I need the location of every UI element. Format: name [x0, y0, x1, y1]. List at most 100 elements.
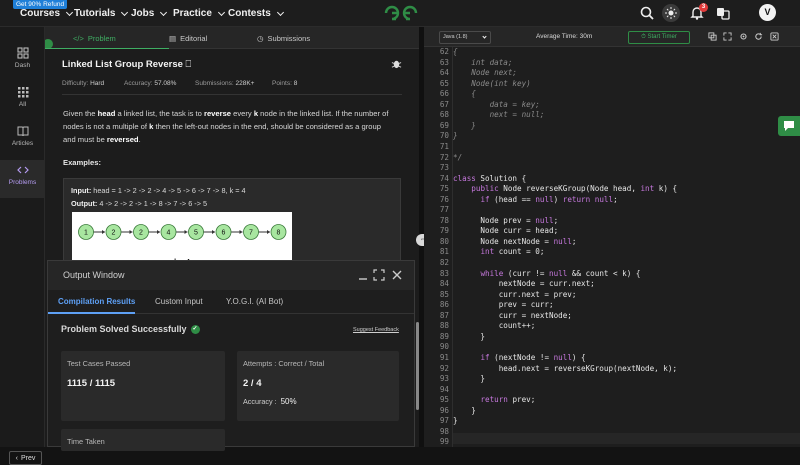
test-cases-label: Test Cases Passed: [67, 359, 131, 368]
arrow-head: [267, 230, 270, 234]
check-circle-icon: ✓: [190, 324, 200, 334]
close-icon[interactable]: [770, 32, 779, 41]
nav-contests[interactable]: Contests: [228, 8, 284, 19]
tab-editorial[interactable]: ▤ Editorial: [169, 27, 207, 49]
translate-icon[interactable]: [715, 5, 731, 21]
close-icon[interactable]: [391, 269, 403, 281]
code-line[interactable]: 99: [424, 437, 800, 447]
line-number: 98: [439, 426, 449, 436]
code-line[interactable]: 81 int count = 0;: [424, 247, 800, 258]
code-line[interactable]: 93 }: [424, 374, 800, 385]
fullscreen-icon[interactable]: [723, 32, 732, 41]
code-line[interactable]: 92 head.next = reverseKGroup(nextNode, k…: [424, 364, 800, 375]
desc-text: every: [231, 109, 254, 118]
code-line[interactable]: 97}: [424, 416, 800, 427]
tab-yogi-ai-bot[interactable]: Y.O.G.I. (AI Bot): [226, 297, 283, 306]
code-line[interactable]: 86 prev = curr;: [424, 300, 800, 311]
code-line[interactable]: 96 }: [424, 406, 800, 417]
code-line[interactable]: 94: [424, 385, 800, 396]
code-line[interactable]: 78 Node prev = null;: [424, 216, 800, 227]
code-line[interactable]: 88 count++;: [424, 321, 800, 332]
code-line[interactable]: 71: [424, 142, 800, 153]
line-number: 71: [439, 141, 449, 151]
search-icon[interactable]: [639, 5, 655, 21]
code-text: curr.next = prev;: [453, 289, 577, 299]
code-line[interactable]: 68 next = null;: [424, 110, 800, 121]
code-text: public Node reverseKGroup(Node head, int…: [471, 184, 678, 194]
attempts-label: Attempts : Correct / Total: [243, 359, 325, 368]
code-text: next = null;: [453, 110, 545, 120]
code-line[interactable]: 63 int data;: [424, 58, 800, 69]
expand-icon[interactable]: [373, 269, 385, 281]
code-line[interactable]: 70}: [424, 131, 800, 142]
minimize-icon[interactable]: [357, 269, 369, 281]
code-line[interactable]: 72 */: [424, 153, 800, 164]
code-text: }: [453, 374, 486, 384]
code-line[interactable]: 90: [424, 342, 800, 353]
rail-item-dash[interactable]: Dash: [0, 43, 45, 81]
nav-courses[interactable]: Courses: [20, 8, 74, 19]
code-line[interactable]: 87 curr = nextNode;: [424, 311, 800, 322]
document-icon: ▤: [169, 33, 177, 43]
code-line[interactable]: 64 Node next;: [424, 68, 800, 79]
bug-report-icon[interactable]: [391, 58, 402, 69]
code-line[interactable]: 76 if (head == null) return null;: [424, 195, 800, 206]
tab-submissions[interactable]: ◷ Submissions: [257, 27, 310, 49]
line-number: 88: [439, 321, 449, 331]
code-line[interactable]: 62 {: [424, 47, 800, 58]
nav-practice[interactable]: Practice: [173, 8, 225, 19]
copy-icon[interactable]: [708, 32, 717, 41]
code-line[interactable]: 74 class Solution {: [424, 174, 800, 185]
list-node-label: 4: [167, 230, 171, 237]
line-number: 67: [439, 99, 449, 109]
apps-icon: [17, 87, 28, 98]
list-node-label: 2: [139, 230, 143, 237]
chat-button[interactable]: [778, 116, 800, 136]
tab-custom-input[interactable]: Custom Input: [155, 297, 203, 306]
problem-description: Given the head a linked list, the task i…: [63, 107, 393, 146]
code-line[interactable]: 69 }: [424, 121, 800, 132]
prev-button[interactable]: ‹ Prev: [9, 451, 42, 465]
rail-item-articles[interactable]: Articles: [0, 121, 45, 159]
suggest-feedback-link[interactable]: Suggest Feedback: [353, 327, 399, 333]
code-line[interactable]: 66 {: [424, 89, 800, 100]
code-text: while (curr != null && count < k) {: [480, 268, 641, 278]
code-line[interactable]: 95 return prev;: [424, 395, 800, 406]
nav-jobs[interactable]: Jobs: [131, 8, 168, 19]
tab-compilation-results[interactable]: Compilation Results: [58, 297, 135, 306]
code-line[interactable]: 75 public Node reverseKGroup(Node head, …: [424, 184, 800, 195]
rail-item-problems[interactable]: Problems: [0, 160, 45, 198]
code-line[interactable]: 98: [424, 427, 800, 438]
nav-tutorials[interactable]: Tutorials: [74, 8, 129, 19]
code-line[interactable]: 73: [424, 163, 800, 174]
start-timer-button[interactable]: ⏱ Start Timer: [628, 31, 690, 44]
code-line[interactable]: 89 }: [424, 332, 800, 343]
reset-icon[interactable]: [754, 32, 763, 41]
settings-icon[interactable]: [739, 32, 748, 41]
code-line[interactable]: 80 Node nextNode = null;: [424, 237, 800, 248]
line-number: 74: [439, 173, 449, 183]
test-cases-value: 1115 / 1115: [67, 378, 116, 389]
bookmark-icon[interactable]: ⎕: [186, 59, 192, 70]
rail-item-all[interactable]: All: [0, 82, 45, 120]
code-line[interactable]: 67 data = key;: [424, 100, 800, 111]
code-line[interactable]: 85 curr.next = prev;: [424, 290, 800, 301]
theme-toggle[interactable]: [662, 4, 680, 22]
code-line[interactable]: 77: [424, 205, 800, 216]
arrow-head: [129, 230, 133, 234]
code-area[interactable]: 62{63 int data; 64 Node next; 65 Node(int …: [424, 47, 800, 447]
code-line[interactable]: 79 Node curr = head;: [424, 226, 800, 237]
code-line[interactable]: 91 if (nextNode != null) {: [424, 353, 800, 364]
desc-bold: reversed: [106, 135, 139, 144]
attempts-value: 2 / 4: [243, 378, 262, 389]
line-number: 76: [439, 194, 449, 204]
language-select[interactable]: Java (1.8): [439, 31, 491, 44]
code-line[interactable]: 82: [424, 258, 800, 269]
gfg-logo-icon[interactable]: [383, 3, 419, 23]
arrow-head: [157, 230, 160, 234]
tab-problem[interactable]: </> Problem: [73, 27, 116, 49]
user-avatar[interactable]: V: [759, 4, 776, 21]
code-line[interactable]: 65 Node(int key): [424, 79, 800, 90]
code-line[interactable]: 84 nextNode = curr.next;: [424, 279, 800, 290]
code-line[interactable]: 83 while (curr != null && count < k) {: [424, 269, 800, 280]
